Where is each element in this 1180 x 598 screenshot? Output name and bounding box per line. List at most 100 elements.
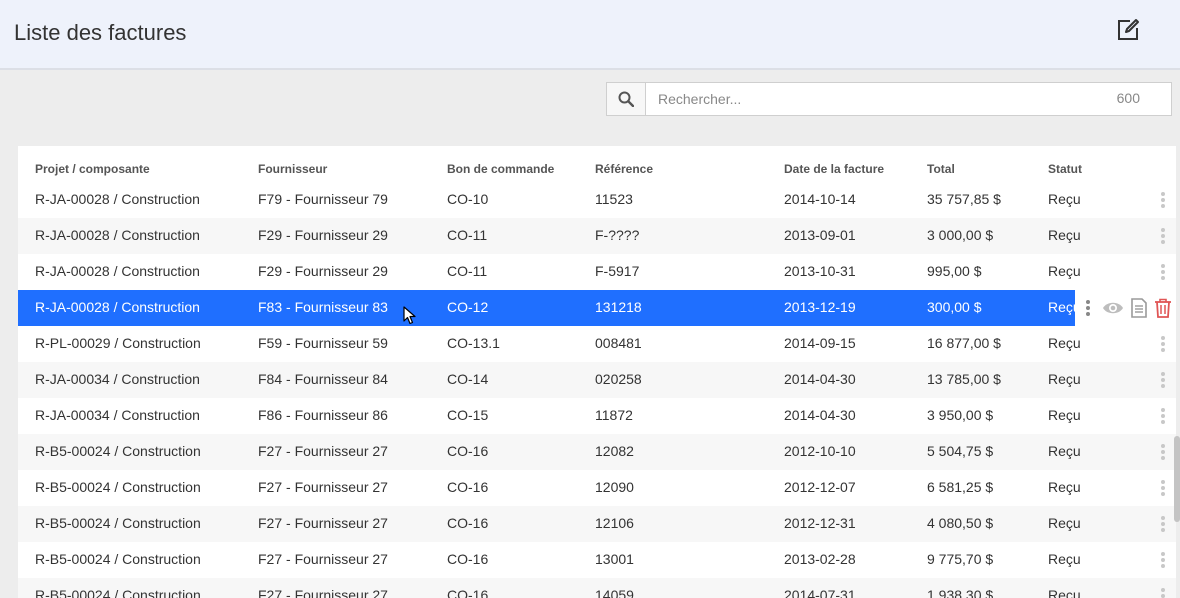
cell-reference: 020258 xyxy=(595,371,642,387)
table-row[interactable]: R-B5-00024 / Construction F27 - Fournisse… xyxy=(18,470,1176,506)
cell-projet: R-JA-00034 / Construction xyxy=(35,371,200,387)
cell-total: 13 785,00 $ xyxy=(927,371,1001,387)
kebab-menu-icon[interactable] xyxy=(1160,552,1166,568)
cell-statut: Reçu xyxy=(1048,443,1081,459)
table-row[interactable]: R-B5-00024 / Construction F27 - Fournisse… xyxy=(18,506,1176,542)
cell-fournisseur: F27 - Fournisseur 27 xyxy=(258,479,388,495)
cell-bon-de-commande: CO-11 xyxy=(447,227,488,243)
cell-statut: Reçu xyxy=(1048,479,1081,495)
cell-reference: 13001 xyxy=(595,551,634,567)
cell-reference: F-???? xyxy=(595,227,640,243)
cell-date: 2013-10-31 xyxy=(784,263,856,279)
cell-fournisseur: F27 - Fournisseur 27 xyxy=(258,443,388,459)
kebab-menu-icon[interactable] xyxy=(1160,336,1166,352)
edit-button[interactable] xyxy=(1114,16,1142,44)
kebab-menu-icon[interactable] xyxy=(1160,444,1166,460)
column-header-statut[interactable]: Statut xyxy=(1048,162,1082,176)
document-icon[interactable] xyxy=(1130,298,1148,318)
search-result-count: 600 xyxy=(1116,90,1140,106)
invoice-table: Projet / composante Fournisseur Bon de c… xyxy=(18,146,1176,598)
cell-fournisseur: F86 - Fournisseur 86 xyxy=(258,407,388,423)
kebab-menu-icon[interactable] xyxy=(1160,192,1166,208)
cell-total: 5 504,75 $ xyxy=(927,443,994,459)
cell-date: 2014-04-30 xyxy=(784,407,856,423)
cell-statut: Reçu xyxy=(1048,407,1081,423)
cell-bon-de-commande: CO-14 xyxy=(447,371,489,387)
search-button[interactable] xyxy=(606,82,646,116)
cell-total: 3 950,00 $ xyxy=(927,407,994,423)
cell-projet: R-B5-00024 / Construction xyxy=(35,551,201,567)
kebab-menu-icon[interactable] xyxy=(1160,516,1166,532)
cell-projet: R-JA-00028 / Construction xyxy=(35,227,200,243)
cell-projet: R-PL-00029 / Construction xyxy=(35,335,201,351)
cell-bon-de-commande: CO-11 xyxy=(447,263,488,279)
cell-reference: 11523 xyxy=(595,191,633,207)
column-header-fournisseur[interactable]: Fournisseur xyxy=(258,162,327,176)
column-header-date[interactable]: Date de la facture xyxy=(784,162,884,176)
cell-date: 2013-12-19 xyxy=(784,299,856,315)
cell-date: 2012-10-10 xyxy=(784,443,856,459)
cell-date: 2013-09-01 xyxy=(784,227,856,243)
cell-reference: 12090 xyxy=(595,479,634,495)
table-row[interactable]: R-JA-00028 / Construction F79 - Fournisse… xyxy=(18,182,1176,218)
kebab-menu-icon[interactable] xyxy=(1160,480,1166,496)
table-row[interactable]: R-JA-00028 / Construction F83 - Fournisse… xyxy=(18,290,1176,326)
cell-projet: R-JA-00028 / Construction xyxy=(35,263,200,279)
cell-reference: 11872 xyxy=(595,407,633,423)
cell-bon-de-commande: CO-15 xyxy=(447,407,489,423)
table-row[interactable]: R-PL-00029 / Construction F59 - Fournisse… xyxy=(18,326,1176,362)
mouse-cursor-icon xyxy=(403,306,416,325)
column-header-reference[interactable]: Référence xyxy=(595,162,653,176)
cell-reference: F-5917 xyxy=(595,263,640,279)
cell-total: 3 000,00 $ xyxy=(927,227,994,243)
cell-bon-de-commande: CO-16 xyxy=(447,551,489,567)
cell-total: 9 775,70 $ xyxy=(927,551,994,567)
cell-bon-de-commande: CO-16 xyxy=(447,479,489,495)
table-row[interactable]: R-JA-00034 / Construction F84 - Fournisse… xyxy=(18,362,1176,398)
cell-bon-de-commande: CO-10 xyxy=(447,191,489,207)
table-row[interactable]: R-B5-00024 / Construction F27 - Fournisse… xyxy=(18,578,1176,598)
cell-fournisseur: F83 - Fournisseur 83 xyxy=(258,299,388,315)
cell-projet: R-B5-00024 / Construction xyxy=(35,443,201,459)
row-actions xyxy=(1082,290,1176,326)
table-row[interactable]: R-JA-00028 / Construction F29 - Fournisse… xyxy=(18,254,1176,290)
cell-projet: R-JA-00034 / Construction xyxy=(35,407,200,423)
cell-bon-de-commande: CO-13.1 xyxy=(447,335,500,351)
table-row[interactable]: R-JA-00034 / Construction F86 - Fournisse… xyxy=(18,398,1176,434)
kebab-menu-icon[interactable] xyxy=(1160,372,1166,388)
search-icon xyxy=(618,91,634,107)
cell-bon-de-commande: CO-16 xyxy=(447,443,489,459)
cell-total: 4 080,50 $ xyxy=(927,515,994,531)
eye-icon[interactable] xyxy=(1102,298,1124,318)
table-row[interactable]: R-B5-00024 / Construction F27 - Fournisse… xyxy=(18,542,1176,578)
kebab-menu-icon[interactable] xyxy=(1160,264,1166,280)
column-header-projet[interactable]: Projet / composante xyxy=(35,162,150,176)
scrollbar-thumb[interactable] xyxy=(1174,436,1180,522)
cell-statut: Reçu xyxy=(1048,371,1081,387)
kebab-menu-icon[interactable] xyxy=(1160,228,1166,244)
column-header-total[interactable]: Total xyxy=(927,162,955,176)
cell-total: 995,00 $ xyxy=(927,263,982,279)
cell-reference: 14059 xyxy=(595,587,634,598)
cell-reference: 131218 xyxy=(595,299,642,315)
search-input[interactable] xyxy=(646,82,1172,116)
cell-date: 2014-04-30 xyxy=(784,371,856,387)
table-row[interactable]: R-JA-00028 / Construction F29 - Fournisse… xyxy=(18,218,1176,254)
cell-projet: R-B5-00024 / Construction xyxy=(35,479,201,495)
cell-statut: Reçu xyxy=(1048,335,1081,351)
cell-projet: R-B5-00024 / Construction xyxy=(35,587,201,598)
search-box: 600 xyxy=(606,82,1172,116)
kebab-menu-icon[interactable] xyxy=(1085,300,1091,316)
column-header-bon-de-commande[interactable]: Bon de commande xyxy=(447,162,554,176)
cell-projet: R-B5-00024 / Construction xyxy=(35,515,201,531)
table-row[interactable]: R-B5-00024 / Construction F27 - Fournisse… xyxy=(18,434,1176,470)
header-bar: Liste des factures xyxy=(0,0,1180,70)
cell-statut: Reçu xyxy=(1048,515,1081,531)
trash-icon[interactable] xyxy=(1154,298,1172,318)
cell-fournisseur: F29 - Fournisseur 29 xyxy=(258,227,388,243)
kebab-menu-icon[interactable] xyxy=(1160,408,1166,424)
kebab-menu-icon[interactable] xyxy=(1160,588,1166,598)
cell-date: 2012-12-07 xyxy=(784,479,856,495)
cell-total: 16 877,00 $ xyxy=(927,335,1001,351)
cell-total: 6 581,25 $ xyxy=(927,479,994,495)
